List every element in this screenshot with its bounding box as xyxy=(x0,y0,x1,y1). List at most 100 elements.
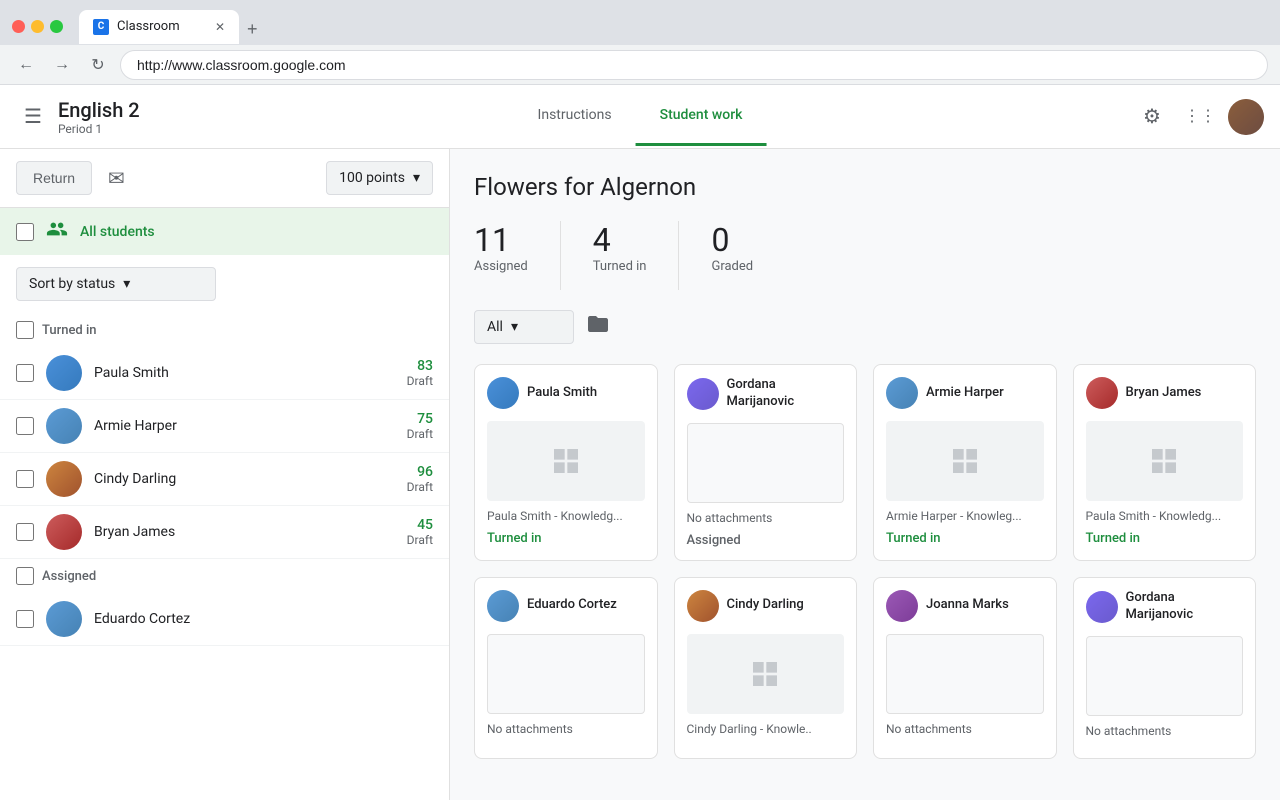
grid-icon-cindy xyxy=(749,658,781,690)
tab-title: Classroom xyxy=(117,19,207,34)
settings-icon: ⚙ xyxy=(1143,104,1161,129)
points-select[interactable]: 100 points ▾ xyxy=(326,161,433,195)
tab-close-icon[interactable]: ✕ xyxy=(215,20,225,34)
student-name-bryan: Bryan James xyxy=(94,524,395,540)
grid-icon xyxy=(550,445,582,477)
student-row-eduardo[interactable]: Eduardo Cortez xyxy=(0,593,449,646)
avatar-image xyxy=(1228,99,1264,135)
card-avatar-armie xyxy=(886,377,918,409)
folder-button[interactable] xyxy=(586,312,610,342)
card-thumbnail-eduardo xyxy=(487,634,645,714)
card-status-cindy xyxy=(675,740,857,756)
assigned-checkbox[interactable] xyxy=(16,567,34,585)
filter-row: All ▾ xyxy=(474,310,1256,344)
content-area: Flowers for Algernon 11 Assigned 4 Turne… xyxy=(450,149,1280,800)
sort-select[interactable]: Sort by status ▾ xyxy=(16,267,216,301)
card-name-gordana: Gordana Marijanovic xyxy=(727,377,845,411)
grade-value-paula: 83 xyxy=(407,358,433,374)
stat-turned-in-label: Turned in xyxy=(593,259,647,274)
assigned-section-header: Assigned xyxy=(0,559,449,593)
tab-student-work[interactable]: Student work xyxy=(636,87,767,146)
card-header-gordana: Gordana Marijanovic xyxy=(675,365,857,423)
card-name-cindy: Cindy Darling xyxy=(727,597,804,614)
stat-graded-label: Graded xyxy=(711,259,753,274)
card-thumbnail-gordana xyxy=(687,423,845,503)
card-joanna[interactable]: Joanna Marks No attachments xyxy=(873,577,1057,759)
new-tab-button[interactable]: + xyxy=(239,15,266,44)
points-label: 100 points xyxy=(339,170,405,186)
browser-tab[interactable]: C Classroom ✕ xyxy=(79,10,239,44)
student-name-paula: Paula Smith xyxy=(94,365,395,381)
card-eduardo[interactable]: Eduardo Cortez No attachments xyxy=(474,577,658,759)
card-filename-paula: Paula Smith - Knowledg... xyxy=(475,501,657,527)
card-gordana[interactable]: Gordana Marijanovic No attachments Assig… xyxy=(674,364,858,561)
student-grade-bryan: 45 Draft xyxy=(407,517,433,547)
sidebar-toolbar: Return ✉ 100 points ▾ xyxy=(0,149,449,208)
turned-in-checkbox[interactable] xyxy=(16,321,34,339)
all-students-row[interactable]: All students xyxy=(0,208,449,255)
chevron-down-icon: ▾ xyxy=(413,170,420,186)
card-filename-eduardo: No attachments xyxy=(475,714,657,740)
student-row-cindy[interactable]: Cindy Darling 96 Draft xyxy=(0,453,449,506)
filter-select[interactable]: All ▾ xyxy=(474,310,574,344)
grade-label-cindy: Draft xyxy=(407,480,433,494)
student-checkbox-cindy[interactable] xyxy=(16,470,34,488)
email-button[interactable]: ✉ xyxy=(104,162,129,195)
filter-chevron-icon: ▾ xyxy=(511,319,518,335)
stat-graded-number: 0 xyxy=(711,221,753,259)
card-armie[interactable]: Armie Harper Armie Harper - Knowleg... T… xyxy=(873,364,1057,561)
card-cindy[interactable]: Cindy Darling Cindy Darling - Knowle.. xyxy=(674,577,858,759)
card-status-paula: Turned in xyxy=(475,527,657,558)
stat-graded: 0 Graded xyxy=(711,221,785,290)
card-name-bryan: Bryan James xyxy=(1126,385,1202,402)
assigned-label: Assigned xyxy=(42,569,96,584)
card-filename-gordana2: No attachments xyxy=(1074,716,1256,742)
card-bryan[interactable]: Bryan James Paula Smith - Knowledg... Tu… xyxy=(1073,364,1257,561)
hamburger-menu-button[interactable]: ☰ xyxy=(16,96,50,137)
turned-in-label: Turned in xyxy=(42,323,97,338)
card-filename-gordana: No attachments xyxy=(675,503,857,529)
student-checkbox-armie[interactable] xyxy=(16,417,34,435)
sort-row: Sort by status ▾ xyxy=(0,255,449,313)
card-paula[interactable]: Paula Smith Paula Smith - Knowledg... Tu… xyxy=(474,364,658,561)
student-checkbox-eduardo[interactable] xyxy=(16,610,34,628)
user-avatar[interactable] xyxy=(1228,99,1264,135)
return-button[interactable]: Return xyxy=(16,161,92,195)
address-input[interactable] xyxy=(120,50,1268,80)
header-nav: Instructions Student work xyxy=(514,87,767,146)
student-checkbox-bryan[interactable] xyxy=(16,523,34,541)
dot-yellow[interactable] xyxy=(31,20,44,33)
dot-red[interactable] xyxy=(12,20,25,33)
refresh-button[interactable]: ↻ xyxy=(84,51,112,79)
student-checkbox-paula[interactable] xyxy=(16,364,34,382)
card-avatar-paula xyxy=(487,377,519,409)
card-thumbnail-armie xyxy=(886,421,1044,501)
all-students-checkbox[interactable] xyxy=(16,223,34,241)
card-header-eduardo: Eduardo Cortez xyxy=(475,578,657,634)
tab-instructions[interactable]: Instructions xyxy=(514,87,636,146)
card-name-eduardo: Eduardo Cortez xyxy=(527,597,617,614)
student-row-paula[interactable]: Paula Smith 83 Draft xyxy=(0,347,449,400)
grade-value-cindy: 96 xyxy=(407,464,433,480)
forward-button[interactable]: → xyxy=(48,51,76,79)
card-avatar-bryan xyxy=(1086,377,1118,409)
grade-value-bryan: 45 xyxy=(407,517,433,533)
student-row-bryan[interactable]: Bryan James 45 Draft xyxy=(0,506,449,559)
all-students-icon xyxy=(46,218,68,245)
sort-chevron-icon: ▾ xyxy=(123,276,130,292)
apps-button[interactable]: ⋮⋮ xyxy=(1180,97,1220,137)
grid-icon-bryan xyxy=(1148,445,1180,477)
stat-assigned: 11 Assigned xyxy=(474,221,561,290)
class-period: Period 1 xyxy=(58,122,140,136)
stat-turned-in: 4 Turned in xyxy=(593,221,680,290)
avatar-bryan xyxy=(46,514,82,550)
student-row-armie[interactable]: Armie Harper 75 Draft xyxy=(0,400,449,453)
card-status-eduardo xyxy=(475,740,657,756)
back-button[interactable]: ← xyxy=(12,51,40,79)
address-bar-row: ← → ↻ xyxy=(0,45,1280,85)
settings-button[interactable]: ⚙ xyxy=(1132,97,1172,137)
card-gordana2[interactable]: Gordana Marijanovic No attachments xyxy=(1073,577,1257,759)
card-header-gordana2: Gordana Marijanovic xyxy=(1074,578,1256,636)
dot-green[interactable] xyxy=(50,20,63,33)
card-name-joanna: Joanna Marks xyxy=(926,597,1009,614)
